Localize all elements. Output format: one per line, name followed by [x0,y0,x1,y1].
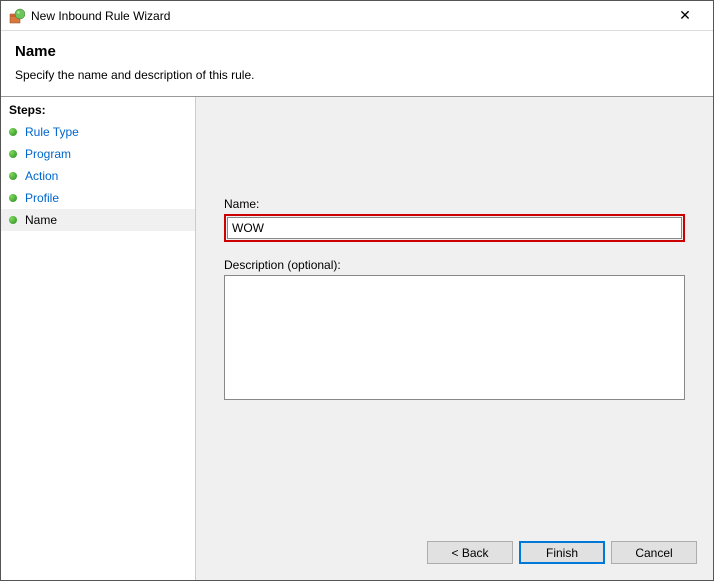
step-label: Program [25,147,71,161]
step-rule-type[interactable]: Rule Type [1,121,195,143]
close-button[interactable]: ✕ [665,7,705,24]
description-input[interactable] [224,275,685,400]
main-panel: Name: Description (optional): < Back Fin… [196,97,713,580]
name-label: Name: [224,197,685,211]
bullet-icon [9,128,17,136]
step-program[interactable]: Program [1,143,195,165]
bullet-icon [9,150,17,158]
app-icon [9,8,25,24]
bullet-icon [9,194,17,202]
step-profile[interactable]: Profile [1,187,195,209]
wizard-header: Name Specify the name and description of… [1,31,713,96]
wizard-window: New Inbound Rule Wizard ✕ Name Specify t… [0,0,714,581]
step-label: Name [25,213,57,227]
page-subtitle: Specify the name and description of this… [15,68,699,82]
finish-button[interactable]: Finish [519,541,605,564]
step-name[interactable]: Name [1,209,195,231]
back-button[interactable]: < Back [427,541,513,564]
step-label: Rule Type [25,125,79,139]
step-label: Action [25,169,58,183]
name-input[interactable] [227,217,682,239]
bullet-icon [9,216,17,224]
bullet-icon [9,172,17,180]
titlebar: New Inbound Rule Wizard ✕ [1,1,713,31]
wizard-body: Steps: Rule Type Program Action Profile … [1,96,713,580]
name-field-highlight [224,214,685,242]
window-title: New Inbound Rule Wizard [31,9,665,23]
step-label: Profile [25,191,59,205]
button-row: < Back Finish Cancel [427,541,697,564]
cancel-button[interactable]: Cancel [611,541,697,564]
steps-header: Steps: [1,101,195,121]
steps-sidebar: Steps: Rule Type Program Action Profile … [1,97,196,580]
page-title: Name [15,43,699,60]
description-label: Description (optional): [224,258,685,272]
step-action[interactable]: Action [1,165,195,187]
